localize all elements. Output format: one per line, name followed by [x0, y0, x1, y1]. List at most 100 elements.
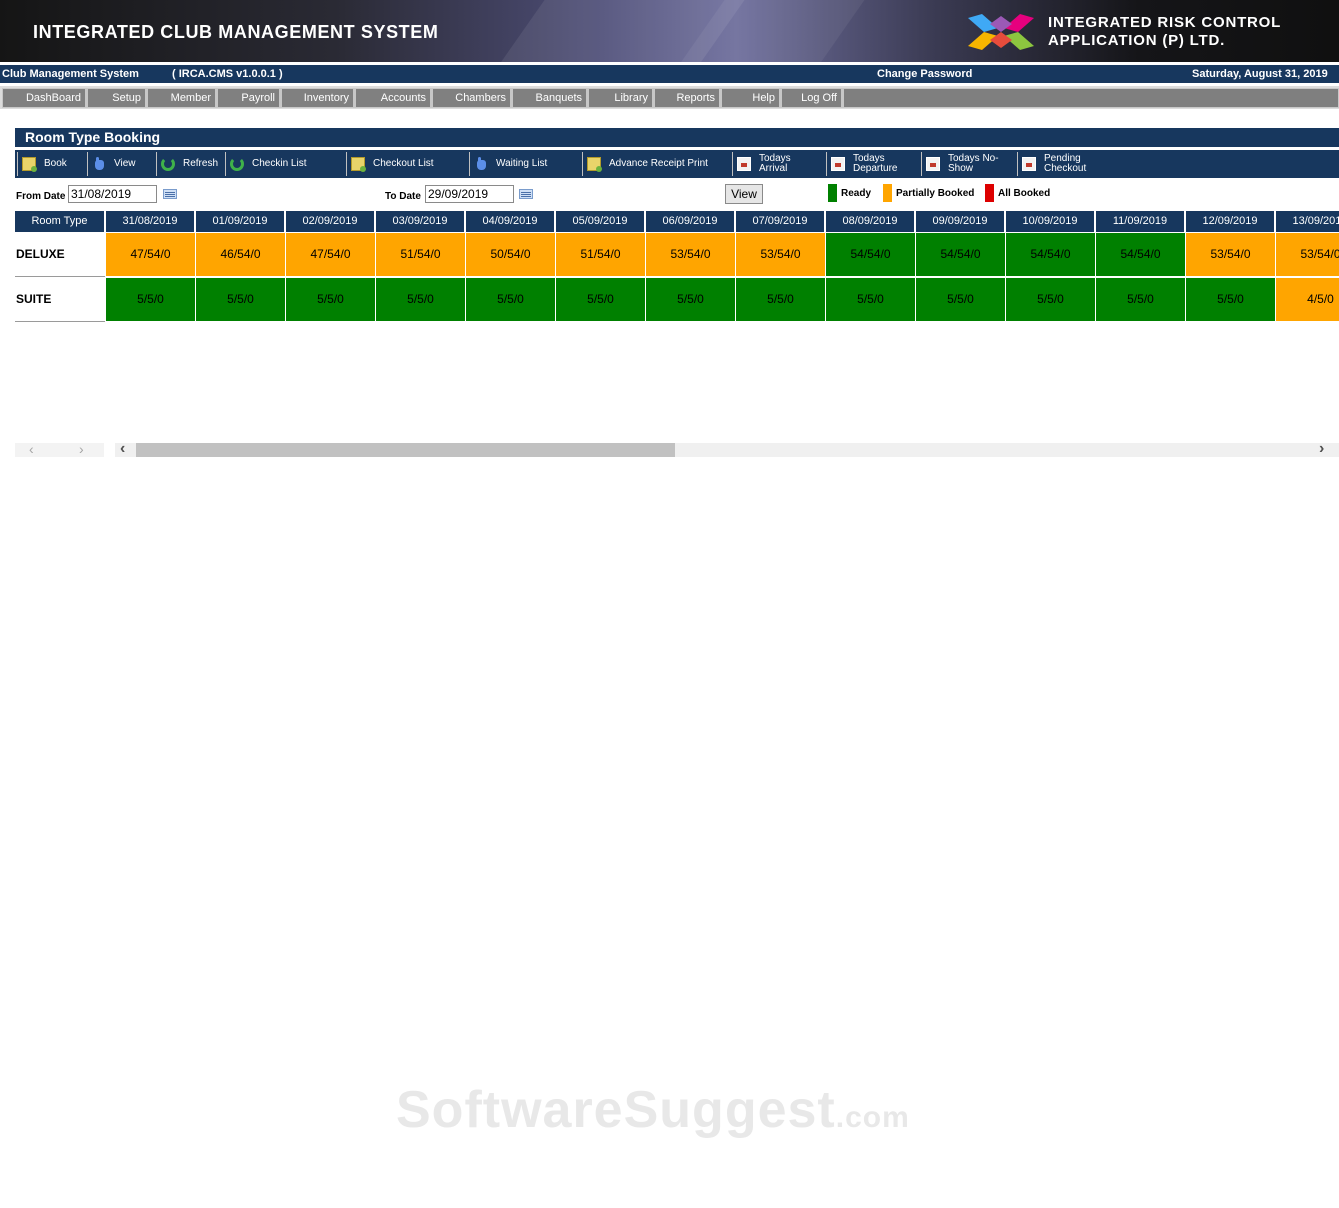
calendar-icon[interactable] [163, 189, 177, 199]
waiting-list-button[interactable]: Waiting List [469, 152, 581, 176]
horizontal-scrollbar[interactable]: ‹ › [115, 440, 1339, 458]
refresh-icon [161, 157, 175, 171]
date-column-header: 13/09/2019 [1276, 211, 1339, 232]
availability-cell[interactable]: 5/5/0 [1006, 278, 1095, 321]
room-type-label: SUITE [15, 277, 105, 322]
menu-member[interactable]: Member [148, 89, 218, 107]
availability-cell[interactable]: 5/5/0 [916, 278, 1005, 321]
menu-filler [844, 89, 1338, 107]
refresh-icon [230, 157, 244, 171]
booking-toolbar: Book View Refresh Checkin List Checkout … [15, 150, 1339, 178]
todays-no-show-button[interactable]: Todays No-Show [921, 152, 1015, 176]
availability-cell[interactable]: 5/5/0 [286, 278, 375, 321]
legend-all-booked: All Booked [985, 184, 1050, 202]
menu-accounts[interactable]: Accounts [356, 89, 433, 107]
advance-receipt-print-button[interactable]: Advance Receipt Print [582, 152, 731, 176]
view-button-label: View [114, 158, 136, 169]
scroll-left-icon[interactable]: ‹ [29, 441, 34, 457]
availability-cell[interactable]: 47/54/0 [106, 233, 195, 276]
checkout-list-label: Checkout List [373, 158, 434, 169]
menu-dashboard[interactable]: DashBoard [3, 89, 88, 107]
scroll-right-icon[interactable]: › [79, 441, 84, 457]
scrollbar-thumb[interactable] [136, 443, 675, 457]
availability-cell[interactable]: 53/54/0 [736, 233, 825, 276]
from-date-input[interactable] [68, 185, 157, 203]
legend-partially-booked: Partially Booked [883, 184, 974, 202]
availability-cell[interactable]: 5/5/0 [646, 278, 735, 321]
view-bookings-button[interactable]: View [725, 184, 763, 204]
menu-reports[interactable]: Reports [655, 89, 722, 107]
availability-cell[interactable]: 5/5/0 [826, 278, 915, 321]
availability-cell[interactable]: 46/54/0 [196, 233, 285, 276]
scroll-left-icon[interactable]: ‹ [120, 440, 125, 458]
book-icon [587, 157, 602, 172]
availability-cell[interactable]: 4/5/0 [1276, 278, 1339, 321]
legend-swatch-all-booked [985, 184, 994, 202]
report-icon [831, 157, 845, 171]
change-password-link[interactable]: Change Password [877, 68, 972, 80]
availability-cell[interactable]: 5/5/0 [1186, 278, 1275, 321]
availability-cell[interactable]: 53/54/0 [646, 233, 735, 276]
legend-partial-label: Partially Booked [896, 187, 975, 199]
date-column-header: 04/09/2019 [466, 211, 556, 232]
availability-cell[interactable]: 5/5/0 [466, 278, 555, 321]
app-name: Club Management System [2, 68, 139, 80]
date-column-header: 07/09/2019 [736, 211, 826, 232]
book-button[interactable]: Book [17, 152, 86, 176]
menu-inventory[interactable]: Inventory [282, 89, 356, 107]
availability-cell[interactable]: 5/5/0 [196, 278, 285, 321]
availability-cell[interactable]: 5/5/0 [556, 278, 645, 321]
pending-checkout-button[interactable]: Pending Checkout [1017, 152, 1111, 176]
availability-cell[interactable]: 51/54/0 [376, 233, 465, 276]
todays-arrival-label: Todays Arrival [759, 153, 791, 174]
scroll-right-icon[interactable]: › [1319, 440, 1324, 458]
availability-cell[interactable]: 5/5/0 [106, 278, 195, 321]
availability-cell[interactable]: 5/5/0 [736, 278, 825, 321]
availability-cell[interactable]: 50/54/0 [466, 233, 555, 276]
legend-ready: Ready [828, 184, 871, 202]
menu-help[interactable]: Help [722, 89, 782, 107]
availability-cell[interactable]: 5/5/0 [376, 278, 465, 321]
column-scrollbar: ‹ › [15, 441, 104, 457]
availability-cell[interactable]: 54/54/0 [916, 233, 1005, 276]
menu-chambers[interactable]: Chambers [433, 89, 513, 107]
availability-cell[interactable]: 47/54/0 [286, 233, 375, 276]
todays-arrival-button[interactable]: Todays Arrival [732, 152, 825, 176]
legend-swatch-ready [828, 184, 837, 202]
hand-pointer-icon [92, 157, 106, 171]
menu-setup[interactable]: Setup [88, 89, 148, 107]
advance-receipt-print-label: Advance Receipt Print [609, 158, 708, 169]
todays-no-show-label: Todays No-Show [948, 153, 999, 174]
company-logo-icon [968, 14, 1034, 50]
view-button[interactable]: View [87, 152, 155, 176]
menu-library[interactable]: Library [589, 89, 655, 107]
availability-cell[interactable]: 5/5/0 [1096, 278, 1185, 321]
availability-cell[interactable]: 54/54/0 [1006, 233, 1095, 276]
checkout-list-button[interactable]: Checkout List [346, 152, 468, 176]
availability-cell[interactable]: 54/54/0 [1096, 233, 1185, 276]
menu-banquets[interactable]: Banquets [513, 89, 589, 107]
menu-payroll[interactable]: Payroll [218, 89, 282, 107]
watermark-text: SoftwareSuggest [396, 1081, 836, 1139]
info-bar: Club Management System ( IRCA.CMS v1.0.0… [0, 65, 1339, 83]
room-type-label: DELUXE [15, 232, 105, 277]
report-icon [737, 157, 751, 171]
todays-departure-button[interactable]: Todays Departure [826, 152, 920, 176]
refresh-button[interactable]: Refresh [156, 152, 224, 176]
date-column-header: 10/09/2019 [1006, 211, 1096, 232]
hand-pointer-icon [474, 157, 488, 171]
date-column-header: 11/09/2019 [1096, 211, 1186, 232]
availability-cell[interactable]: 53/54/0 [1186, 233, 1275, 276]
checkin-list-button[interactable]: Checkin List [225, 152, 345, 176]
pending-checkout-label: Pending Checkout [1044, 153, 1087, 174]
to-date-input[interactable] [425, 185, 514, 203]
calendar-icon[interactable] [519, 189, 533, 199]
waiting-list-label: Waiting List [496, 158, 548, 169]
availability-cell[interactable]: 51/54/0 [556, 233, 645, 276]
company-name-line1: INTEGRATED RISK CONTROL [1048, 14, 1282, 31]
menu-log-off[interactable]: Log Off [782, 89, 844, 107]
availability-cell[interactable]: 54/54/0 [826, 233, 915, 276]
book-icon [22, 157, 37, 172]
date-column-header: 31/08/2019 [106, 211, 196, 232]
availability-cell[interactable]: 53/54/0 [1276, 233, 1339, 276]
